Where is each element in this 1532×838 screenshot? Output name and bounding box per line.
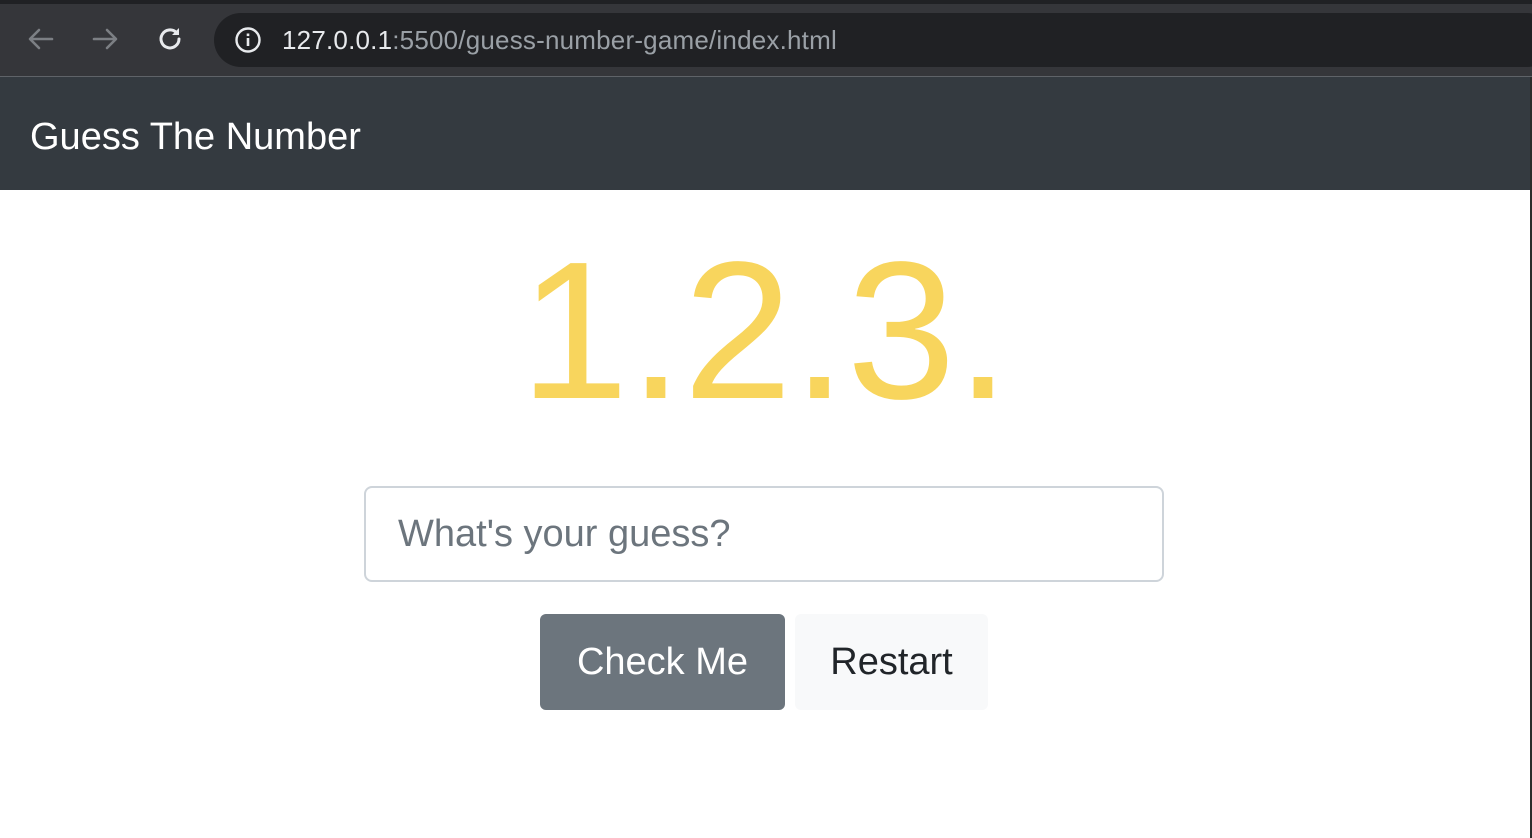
reload-button[interactable] <box>153 22 187 56</box>
number-display: 1.2.3. <box>519 221 1011 440</box>
info-circle-icon[interactable] <box>234 26 262 54</box>
url-path: :5500/guess-number-game/index.html <box>392 25 837 55</box>
guess-input[interactable] <box>364 486 1164 582</box>
reload-icon <box>159 28 181 50</box>
check-me-button[interactable]: Check Me <box>540 614 785 710</box>
arrow-left-icon <box>28 28 54 50</box>
url-text: 127.0.0.1:5500/guess-number-game/index.h… <box>282 26 837 54</box>
browser-toolbar: 127.0.0.1:5500/guess-number-game/index.h… <box>0 0 1532 77</box>
restart-button[interactable]: Restart <box>795 614 988 710</box>
back-button[interactable] <box>24 22 58 56</box>
arrow-right-icon <box>92 28 118 50</box>
forward-button[interactable] <box>88 22 122 56</box>
address-bar[interactable]: 127.0.0.1:5500/guess-number-game/index.h… <box>214 13 1532 67</box>
navbar-brand[interactable]: Guess The Number <box>30 115 361 159</box>
url-host: 127.0.0.1 <box>282 25 393 55</box>
navbar: Guess The Number <box>0 77 1530 190</box>
